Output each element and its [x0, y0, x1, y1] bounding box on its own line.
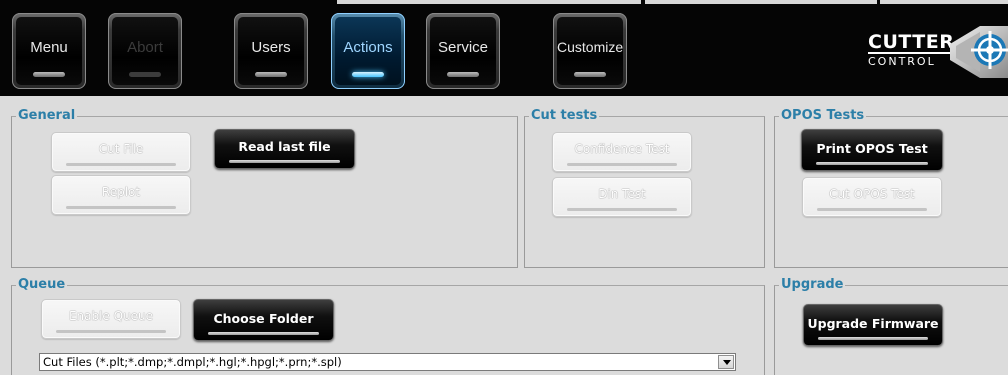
choose-folder-label: Choose Folder [213, 311, 314, 326]
button-bar [229, 160, 340, 163]
abort-button-label: Abort [127, 39, 163, 56]
upgrade-firmware-button[interactable]: Upgrade Firmware [803, 304, 943, 346]
menu-button-indicator [33, 72, 65, 77]
button-bar [567, 163, 677, 166]
customize-button[interactable]: Customize [553, 13, 627, 89]
actions-button-indicator [352, 72, 384, 77]
logo-line-1: CUTTER [868, 31, 955, 54]
abort-button-indicator [129, 72, 161, 77]
service-button-label: Service [437, 39, 489, 56]
choose-folder-button[interactable]: Choose Folder [193, 299, 334, 341]
actions-button-label: Actions [343, 39, 393, 56]
users-button-label: Users [251, 39, 291, 56]
service-button-indicator [447, 72, 479, 77]
read-last-file-button[interactable]: Read last file [214, 129, 355, 169]
cutter-control-logo: CUTTER CONTROL [868, 31, 955, 68]
upgrade-firmware-label: Upgrade Firmware [807, 316, 939, 331]
menu-button[interactable]: Menu [12, 13, 86, 89]
service-button[interactable]: Service [426, 13, 500, 89]
crosshair-emblem-icon [950, 26, 1008, 78]
button-bar [567, 208, 677, 211]
toolbar-top-strip [337, 0, 641, 4]
customize-button-indicator [574, 72, 606, 77]
read-last-file-label: Read last file [238, 139, 331, 154]
button-bar [66, 163, 176, 166]
din-test-button[interactable]: Din Test [552, 177, 692, 217]
print-opos-test-button[interactable]: Print OPOS Test [801, 129, 943, 171]
cut-opos-test-button[interactable]: Cut OPOS Test [802, 177, 942, 217]
actions-button[interactable]: Actions [331, 13, 405, 89]
replot-label: Replot [101, 185, 141, 199]
cut-opos-test-label: Cut OPOS Test [829, 187, 915, 201]
din-test-label: Din Test [598, 187, 646, 201]
customize-button-label: Customize [557, 39, 624, 55]
opos-tests-title: OPOS Tests [779, 108, 867, 124]
cut-file-label: Cut File [98, 142, 144, 156]
cut-tests-title: Cut tests [529, 108, 600, 124]
cut-file-button[interactable]: Cut File [51, 132, 191, 172]
users-button-indicator [255, 72, 287, 77]
menu-button-label: Menu [30, 39, 68, 56]
button-bar [817, 208, 927, 211]
general-title: General [16, 108, 78, 124]
enable-queue-label: Enable Queue [68, 309, 154, 323]
users-button[interactable]: Users [234, 13, 308, 89]
upgrade-title: Upgrade [779, 277, 846, 293]
logo-line-2: CONTROL [868, 55, 936, 68]
file-filter-dropdown[interactable]: Cut Files (*.plt;*.dmp;*.dmpl;*.hgl;*.hp… [39, 353, 736, 371]
print-opos-test-label: Print OPOS Test [816, 141, 928, 156]
toolbar-top-strip [645, 0, 877, 4]
chevron-down-icon[interactable] [718, 355, 734, 369]
replot-button[interactable]: Replot [51, 175, 191, 215]
button-bar [208, 332, 319, 335]
button-bar [56, 330, 166, 333]
button-bar [818, 337, 928, 340]
toolbar-top-strip [880, 0, 1008, 4]
top-toolbar: Menu Abort Users Actions Service Customi… [0, 0, 1008, 96]
button-bar [816, 162, 928, 165]
button-bar [66, 206, 176, 209]
confidence-test-label: Confidence Test [574, 142, 670, 156]
file-filter-value: Cut Files (*.plt;*.dmp;*.dmpl;*.hgl;*.hp… [43, 355, 342, 369]
queue-title: Queue [16, 277, 68, 293]
enable-queue-button[interactable]: Enable Queue [41, 299, 181, 339]
confidence-test-button[interactable]: Confidence Test [552, 132, 692, 172]
abort-button[interactable]: Abort [108, 13, 182, 89]
